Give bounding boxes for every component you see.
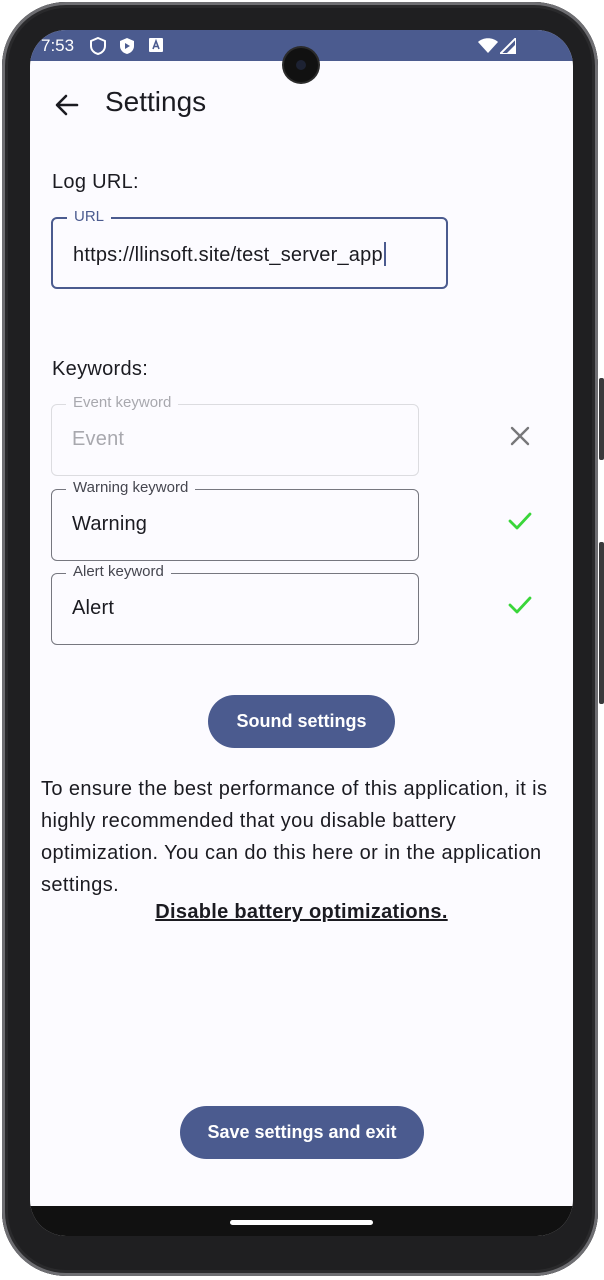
- shield-play-icon: [119, 37, 135, 60]
- warning-keyword-value: Warning: [72, 513, 148, 535]
- front-camera: [284, 48, 318, 82]
- alert-keyword-value: Alert: [72, 597, 115, 619]
- url-input[interactable]: URL https://llinsoft.site/test_server_ap…: [51, 208, 448, 289]
- power-button: [599, 542, 604, 704]
- save-and-exit-button[interactable]: Save settings and exit: [180, 1106, 424, 1159]
- arrow-back-icon: [55, 94, 79, 116]
- back-button[interactable]: [52, 90, 82, 120]
- close-icon: [510, 426, 530, 446]
- shield-icon: [90, 36, 106, 60]
- url-input-value: https://llinsoft.site/test_server_app: [73, 242, 386, 267]
- app-screen: 7:53 Settings Log URL: URL https://llins…: [30, 30, 573, 1236]
- warning-keyword-input[interactable]: Warning keyword Warning: [51, 479, 419, 561]
- alert-keyword-toggle[interactable]: [506, 591, 534, 619]
- url-input-label: URL: [67, 208, 112, 225]
- event-keyword-toggle[interactable]: [506, 422, 534, 450]
- page-title: Settings: [105, 86, 207, 117]
- alert-keyword-label: Alert keyword: [66, 563, 171, 580]
- check-icon: [508, 512, 532, 530]
- signal-icon: [497, 35, 517, 59]
- text-cursor: [383, 242, 386, 266]
- status-time: 7:53: [41, 36, 75, 55]
- keywords-section-label: Keywords:: [52, 358, 149, 380]
- sound-settings-button[interactable]: Sound settings: [208, 695, 395, 748]
- check-icon: [508, 596, 532, 614]
- event-keyword-label: Event keyword: [66, 394, 179, 411]
- warning-keyword-toggle[interactable]: [506, 507, 534, 535]
- disable-battery-optimizations-link[interactable]: Disable battery optimizations.: [30, 901, 573, 924]
- volume-button: [599, 378, 604, 460]
- log-url-section-label: Log URL:: [52, 171, 139, 193]
- wifi-icon: [478, 38, 498, 59]
- text-a-icon: [149, 38, 163, 57]
- navigation-bar: [30, 1206, 573, 1236]
- battery-info-text: To ensure the best performance of this a…: [41, 778, 548, 896]
- warning-keyword-label: Warning keyword: [66, 479, 196, 496]
- event-keyword-input: Event keyword Event: [51, 394, 419, 476]
- gesture-handle[interactable]: [230, 1220, 373, 1225]
- event-keyword-value: Event: [72, 428, 125, 450]
- alert-keyword-input[interactable]: Alert keyword Alert: [51, 563, 419, 645]
